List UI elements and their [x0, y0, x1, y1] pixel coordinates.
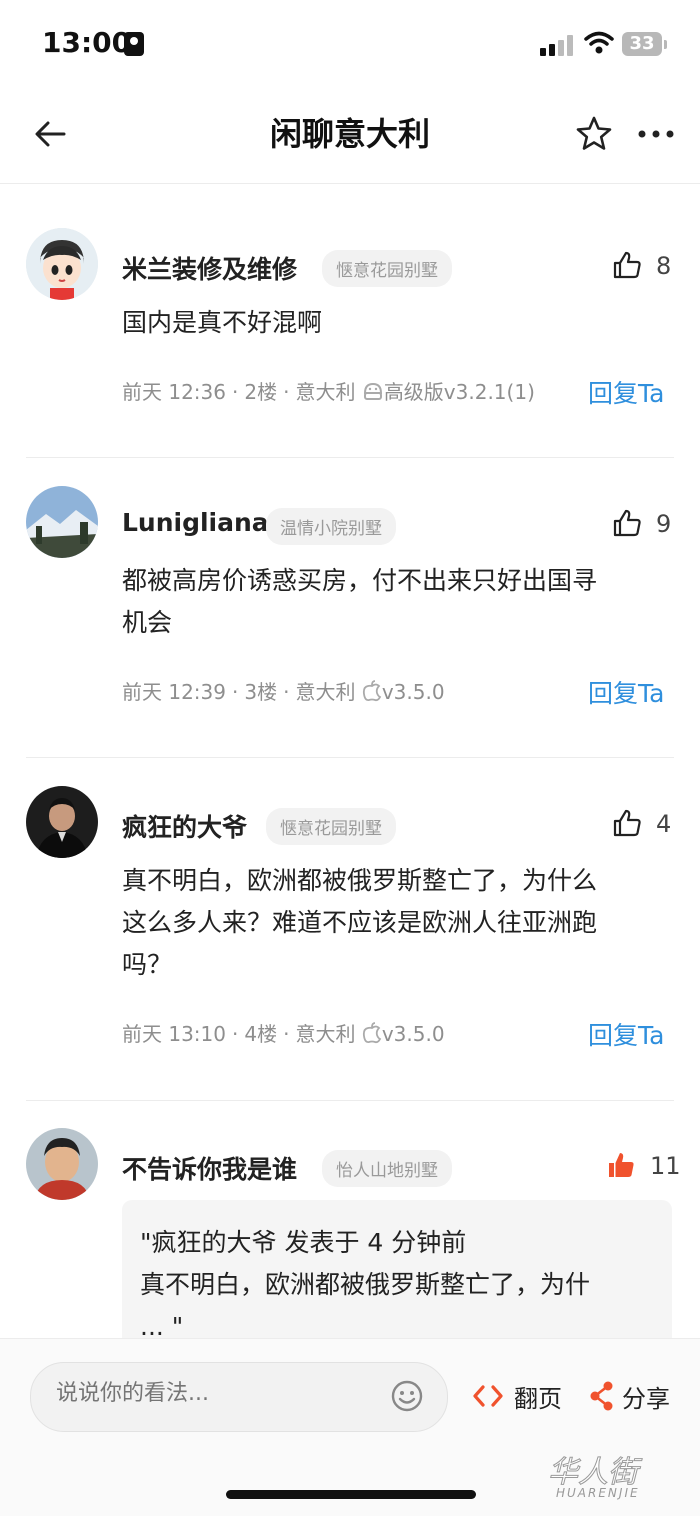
thumbs-up-filled-icon[interactable] — [606, 1150, 636, 1180]
nav-divider — [0, 183, 700, 184]
comment-divider — [26, 757, 674, 758]
avatar[interactable] — [26, 786, 98, 858]
status-time: 13:00 — [42, 26, 132, 59]
comment-content: 都被高房价诱惑买房，付不出来只好出国寻 机会 — [122, 560, 670, 644]
comment-input[interactable] — [54, 1380, 358, 1407]
client-version: v3.5.0 — [381, 680, 445, 704]
share-icon — [590, 1381, 613, 1411]
reply-button[interactable]: 回复Ta — [588, 1016, 664, 1052]
like-count: 8 — [656, 252, 672, 280]
comment-divider — [26, 1100, 674, 1101]
apple-icon — [362, 1022, 382, 1046]
like-count: 9 — [656, 510, 672, 538]
comment-divider — [26, 457, 674, 458]
comment-content: 国内是真不好混啊 — [122, 308, 323, 337]
avatar[interactable] — [26, 1128, 98, 1200]
avatar[interactable] — [26, 486, 98, 558]
thumbs-up-icon[interactable] — [612, 250, 642, 280]
user-badge: 惬意花园别墅 — [266, 808, 396, 845]
apple-icon — [362, 680, 382, 704]
user-badge: 温情小院别墅 — [266, 508, 396, 545]
content-line: 真不明白，欧洲都被俄罗斯整亡了，为什么 — [122, 866, 598, 895]
client-version: v3.5.0 — [381, 1022, 445, 1046]
post-time: 前天 12:39 — [122, 680, 226, 704]
quote-line: 真不明白，欧洲都被俄罗斯整亡了，为什 — [140, 1270, 591, 1299]
more-dots-icon[interactable] — [636, 126, 676, 142]
post-time: 前天 13:10 — [122, 1022, 226, 1046]
emoji-icon[interactable] — [390, 1379, 424, 1413]
username[interactable]: Luniglian​a — [122, 508, 269, 537]
comment-content: 真不明白，欧洲都被俄罗斯整亡了，为什么 这么多人来？难道不应该是欧洲人往亚洲跑 … — [122, 860, 670, 986]
reply-button[interactable]: 回复Ta — [588, 374, 664, 410]
user-badge: 惬意花园别墅 — [322, 250, 452, 287]
username[interactable]: 疯狂的大爷 — [122, 808, 247, 844]
floor-number: 2楼 — [244, 380, 278, 404]
id-card-icon — [124, 32, 144, 56]
quote-text: "疯狂的大爷 发表于 4 分钟前 真不明白，欧洲都被俄罗斯整亡了，为什 ... … — [140, 1222, 660, 1348]
star-outline-icon[interactable] — [574, 114, 614, 154]
comment-meta: 前天 12:39 · 3楼 · 意大利 v3.5.0 — [122, 680, 445, 704]
location: 意大利 — [295, 380, 356, 404]
signal-icon — [540, 34, 576, 56]
post-time: 前天 12:36 — [122, 380, 226, 404]
code-brackets-icon — [473, 1385, 503, 1407]
flip-page-label: 翻页 — [514, 1384, 562, 1413]
comment-meta: 前天 12:36 · 2楼 · 意大利 高级版v3.2.1(1) — [122, 380, 535, 404]
share-button[interactable]: 分享 — [590, 1378, 670, 1414]
location: 意大利 — [295, 1022, 356, 1046]
share-label: 分享 — [622, 1384, 670, 1413]
home-indicator — [226, 1490, 476, 1499]
floor-number: 4楼 — [244, 1022, 278, 1046]
wifi-icon — [584, 31, 614, 54]
battery-icon: 33 — [622, 32, 662, 56]
content-line: 都被高房价诱惑买房，付不出来只好出国寻 — [122, 566, 598, 595]
battery-tip — [664, 40, 667, 49]
reply-button[interactable]: 回复Ta — [588, 674, 664, 710]
android-icon — [362, 380, 384, 404]
watermark-subtext: HUARENJIE — [556, 1486, 640, 1500]
content-line: 机会 — [122, 608, 173, 637]
avatar[interactable] — [26, 228, 98, 300]
like-count: 11 — [650, 1152, 681, 1180]
flip-page-button[interactable]: 翻页 — [472, 1378, 562, 1414]
thumbs-up-icon[interactable] — [612, 508, 642, 538]
quote-line: "疯狂的大爷 发表于 4 分钟前 — [140, 1228, 467, 1257]
floor-number: 3楼 — [244, 680, 278, 704]
thumbs-up-icon[interactable] — [612, 808, 642, 838]
client-version: 高级版v3.2.1(1) — [383, 380, 535, 404]
username[interactable]: 不告诉你我是谁 — [122, 1150, 297, 1186]
like-count: 4 — [656, 810, 672, 838]
comment-meta: 前天 13:10 · 4楼 · 意大利 v3.5.0 — [122, 1022, 445, 1046]
content-line: 这么多人来？难道不应该是欧洲人往亚洲跑 — [122, 908, 598, 937]
location: 意大利 — [295, 680, 356, 704]
arrow-left-icon[interactable] — [30, 112, 70, 156]
content-line: 吗？ — [122, 950, 173, 979]
watermark-text: 华人街 — [548, 1455, 643, 1490]
user-badge: 怡人山地别墅 — [322, 1150, 452, 1187]
username[interactable]: 米兰装修及维修 — [122, 250, 297, 286]
